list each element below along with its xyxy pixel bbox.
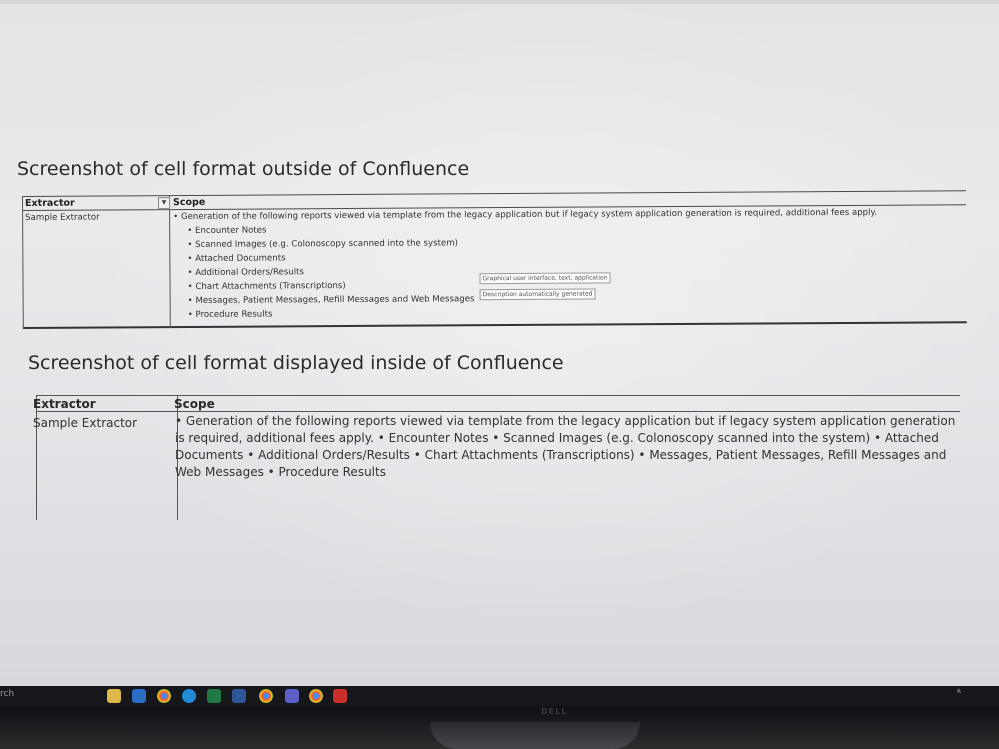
system-tray[interactable]: ᴿ [957, 689, 961, 699]
list-item: • Messages, Patient Messages, Refill Mes… [187, 294, 475, 306]
filter-dropdown-button[interactable]: ▼ [158, 197, 171, 210]
search-box[interactable]: rch [0, 689, 14, 699]
list-item: • Attached Documents [187, 253, 286, 264]
list-item: • Encounter Notes [187, 225, 267, 236]
list-item: • Chart Attachments (Transcriptions) [187, 281, 346, 292]
confluence-table: Extractor Scope Sample Extractor • Gener… [33, 395, 960, 520]
teams-icon[interactable] [285, 689, 299, 703]
windows-taskbar: rch ᴿ [0, 686, 999, 706]
word-icon[interactable] [232, 689, 246, 703]
scope-header: Scope [173, 196, 206, 209]
chrome-icon[interactable] [309, 689, 323, 703]
header-divider [36, 411, 960, 412]
table-bottom-border [22, 321, 967, 329]
excel-icon[interactable] [207, 689, 221, 703]
monitor-stand [430, 722, 640, 749]
scope-header: Scope [174, 397, 215, 411]
screen-top-edge [0, 0, 999, 4]
column-divider [168, 195, 171, 329]
monitor-brand-logo: DELL [541, 707, 568, 716]
list-item: • Scanned Images (e.g. Colonoscopy scann… [187, 238, 458, 250]
column-divider [22, 195, 24, 329]
list-item: • Procedure Results [187, 309, 273, 320]
heading-outside-confluence: Screenshot of cell format outside of Con… [17, 158, 470, 180]
alt-text-tooltip-line2: Description automatically generated [479, 288, 596, 301]
heading-inside-confluence: Screenshot of cell format displayed insi… [28, 352, 564, 374]
extractor-cell[interactable]: Sample Extractor [33, 416, 137, 430]
list-item: • Additional Orders/Results [187, 267, 305, 278]
extractor-header: Extractor [25, 197, 75, 209]
table-top-border [36, 395, 960, 396]
excel-table: Extractor ▼ Scope Sample Extractor • Gen… [22, 190, 967, 332]
scope-first-line[interactable]: • Generation of the following reports vi… [173, 208, 877, 222]
chrome-icon[interactable] [157, 689, 171, 703]
screen-glare [0, 0, 999, 690]
chrome-icon[interactable] [259, 689, 273, 703]
outlook-icon[interactable] [132, 689, 146, 703]
acrobat-icon[interactable] [333, 689, 347, 703]
edge-icon[interactable] [182, 689, 196, 703]
column-divider [36, 395, 37, 520]
extractor-cell[interactable]: Sample Extractor [25, 213, 100, 223]
extractor-header: Extractor [33, 397, 96, 411]
scope-cell[interactable]: • Generation of the following reports vi… [175, 413, 960, 481]
alt-text-tooltip-line1: Graphical user interface, text, applicat… [479, 272, 611, 285]
file-explorer-icon[interactable] [107, 689, 121, 703]
table-top-border [22, 190, 966, 197]
